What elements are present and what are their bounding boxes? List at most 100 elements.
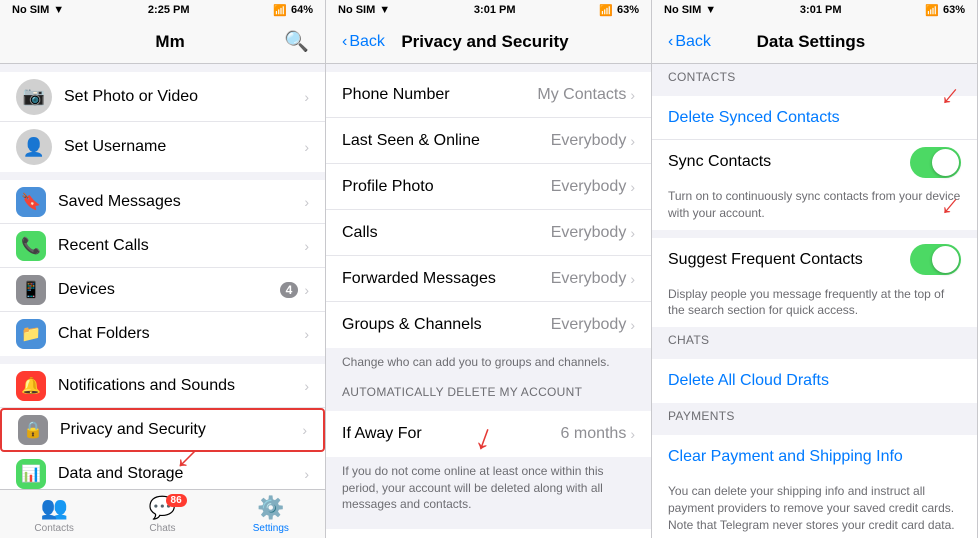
carrier-2: No SIM [338,4,375,16]
sync-contacts-item[interactable]: Sync Contacts [652,140,977,184]
chat-folders-label: Chat Folders [58,325,304,343]
chevron-devices: › [304,282,309,298]
chats-badge: 86 [166,494,187,507]
tab-chats[interactable]: 💬 Chats 86 [108,490,216,538]
status-bar-3: No SIM ▼ 3:01 PM 📶 63% [652,0,977,20]
suggest-description: Display people you message frequently at… [652,282,977,328]
set-username-item[interactable]: 👤 Set Username › [0,122,325,172]
privacy-scroll: Phone Number My Contacts › Last Seen & O… [326,64,651,538]
last-seen-item[interactable]: Last Seen & Online Everybody › [326,118,651,164]
battery-2: 63% [617,4,639,16]
sync-contacts-label: Sync Contacts [668,153,910,171]
forwarded-messages-item[interactable]: Forwarded Messages Everybody › [326,256,651,302]
profile-section: 📷 Set Photo or Video › 👤 Set Username › [0,72,325,172]
notifications-icon: 🔔 [16,371,46,401]
back-label-2: Back [349,33,385,51]
suggest-contacts-item[interactable]: Suggest Frequent Contacts [652,238,977,282]
forwarded-label: Forwarded Messages [342,270,551,288]
recent-calls-icon: 📞 [16,231,46,261]
chevron-calls: › [304,238,309,254]
chevron-photo: › [304,89,309,105]
suggest-contacts-toggle[interactable] [910,244,961,275]
data-storage-icon: 📊 [16,459,46,489]
chevron-last-seen: › [630,133,635,149]
username-avatar: 👤 [16,129,52,165]
saved-messages-item[interactable]: 🔖 Saved Messages › [0,180,325,224]
panel-privacy: No SIM ▼ 3:01 PM 📶 63% ‹ Back Privacy an… [326,0,652,538]
calls-value: Everybody [551,224,627,242]
wifi-icon-3: 📶 [925,4,939,17]
nav-bar-2: ‹ Back Privacy and Security [326,20,651,64]
contacts-section: Delete Synced Contacts Sync Contacts [652,96,977,184]
chevron-if-away: › [630,426,635,442]
panel-data-settings: No SIM ▼ 3:01 PM 📶 63% ‹ Back Data Setti… [652,0,978,538]
chevron-folders: › [304,326,309,342]
if-away-footer: If you do not come online at least once … [326,457,651,521]
signal-1: ▼ [53,4,64,16]
settings-tab-icon: ⚙️ [257,495,284,521]
chats-section: Delete All Cloud Drafts [652,359,977,403]
payments-section: Clear Payment and Shipping Info [652,435,977,479]
wifi-icon: 📶 [273,4,287,17]
auto-delete-header: AUTOMATICALLY DELETE MY ACCOUNT [326,379,651,403]
profile-photo-value: Everybody [551,178,627,196]
chevron-forwarded: › [630,271,635,287]
carrier-3: No SIM [664,4,701,16]
phone-number-item[interactable]: Phone Number My Contacts › [326,72,651,118]
groups-channels-item[interactable]: Groups & Channels Everybody › [326,302,651,348]
calls-label: Calls [342,224,551,242]
devices-item[interactable]: 📱 Devices 4 › [0,268,325,312]
chevron-notif: › [304,378,309,394]
clear-payment-item[interactable]: Clear Payment and Shipping Info [652,435,977,479]
tab-settings[interactable]: ⚙️ Settings [217,490,325,538]
nav-bar-3: ‹ Back Data Settings [652,20,977,64]
back-button-2[interactable]: ‹ Back [342,33,385,51]
back-chevron-3: ‹ [668,33,673,51]
privacy-security-item[interactable]: 🔒 Privacy and Security › [0,408,325,452]
tab-contacts[interactable]: 👥 Contacts [0,490,108,538]
delete-cloud-drafts-item[interactable]: Delete All Cloud Drafts [652,359,977,403]
toggle-knob-sync [932,149,959,176]
saved-messages-icon: 🔖 [16,187,46,217]
delete-synced-item[interactable]: Delete Synced Contacts [652,96,977,140]
privacy-list: Phone Number My Contacts › Last Seen & O… [326,72,651,348]
recent-calls-item[interactable]: 📞 Recent Calls › [0,224,325,268]
set-photo-item[interactable]: 📷 Set Photo or Video › [0,72,325,122]
panel-settings: No SIM ▼ 2:25 PM 📶 64% Mm 🔍 📷 Set Photo … [0,0,326,538]
chats-tab-label: Chats [149,523,175,534]
payments-description: You can delete your shipping info and in… [652,479,977,538]
chevron-phone: › [630,87,635,103]
contacts-tab-icon: 👥 [40,495,67,521]
forwarded-value: Everybody [551,270,627,288]
calls-item[interactable]: Calls Everybody › [326,210,651,256]
chats-header: CHATS [652,327,977,351]
sync-description: Turn on to continuously sync contacts fr… [652,184,977,230]
devices-icon: 📱 [16,275,46,305]
privacy-label: Privacy and Security [60,421,302,439]
profile-photo-item[interactable]: Profile Photo Everybody › [326,164,651,210]
chevron-profile-photo: › [630,179,635,195]
chevron-groups: › [630,317,635,333]
status-bar-2: No SIM ▼ 3:01 PM 📶 63% [326,0,651,20]
if-away-label: If Away For [342,425,561,443]
search-icon[interactable]: 🔍 [284,29,309,54]
data-settings-section: Data Settings › [326,529,651,538]
nav-bar-1: Mm 🔍 [0,20,325,64]
notifications-label: Notifications and Sounds [58,377,304,395]
time-3: 3:01 PM [800,4,842,16]
chat-folders-item[interactable]: 📁 Chat Folders › [0,312,325,356]
groups-footer: Change who can add you to groups and cha… [326,348,651,379]
last-seen-value: Everybody [551,132,627,150]
back-label-3: Back [675,33,711,51]
settings-scroll: 📷 Set Photo or Video › 👤 Set Username › … [0,64,325,538]
wifi-icon-2: 📶 [599,4,613,17]
back-button-3[interactable]: ‹ Back [668,33,711,51]
nav-title-1: Mm [155,32,184,52]
contacts-tab-label: Contacts [34,523,73,534]
battery-3: 63% [943,4,965,16]
data-settings-item[interactable]: Data Settings › [326,529,651,538]
delete-cloud-label: Delete All Cloud Drafts [668,372,961,390]
notifications-item[interactable]: 🔔 Notifications and Sounds › [0,364,325,408]
sync-contacts-toggle[interactable] [910,147,961,178]
delete-synced-label: Delete Synced Contacts [668,109,961,127]
